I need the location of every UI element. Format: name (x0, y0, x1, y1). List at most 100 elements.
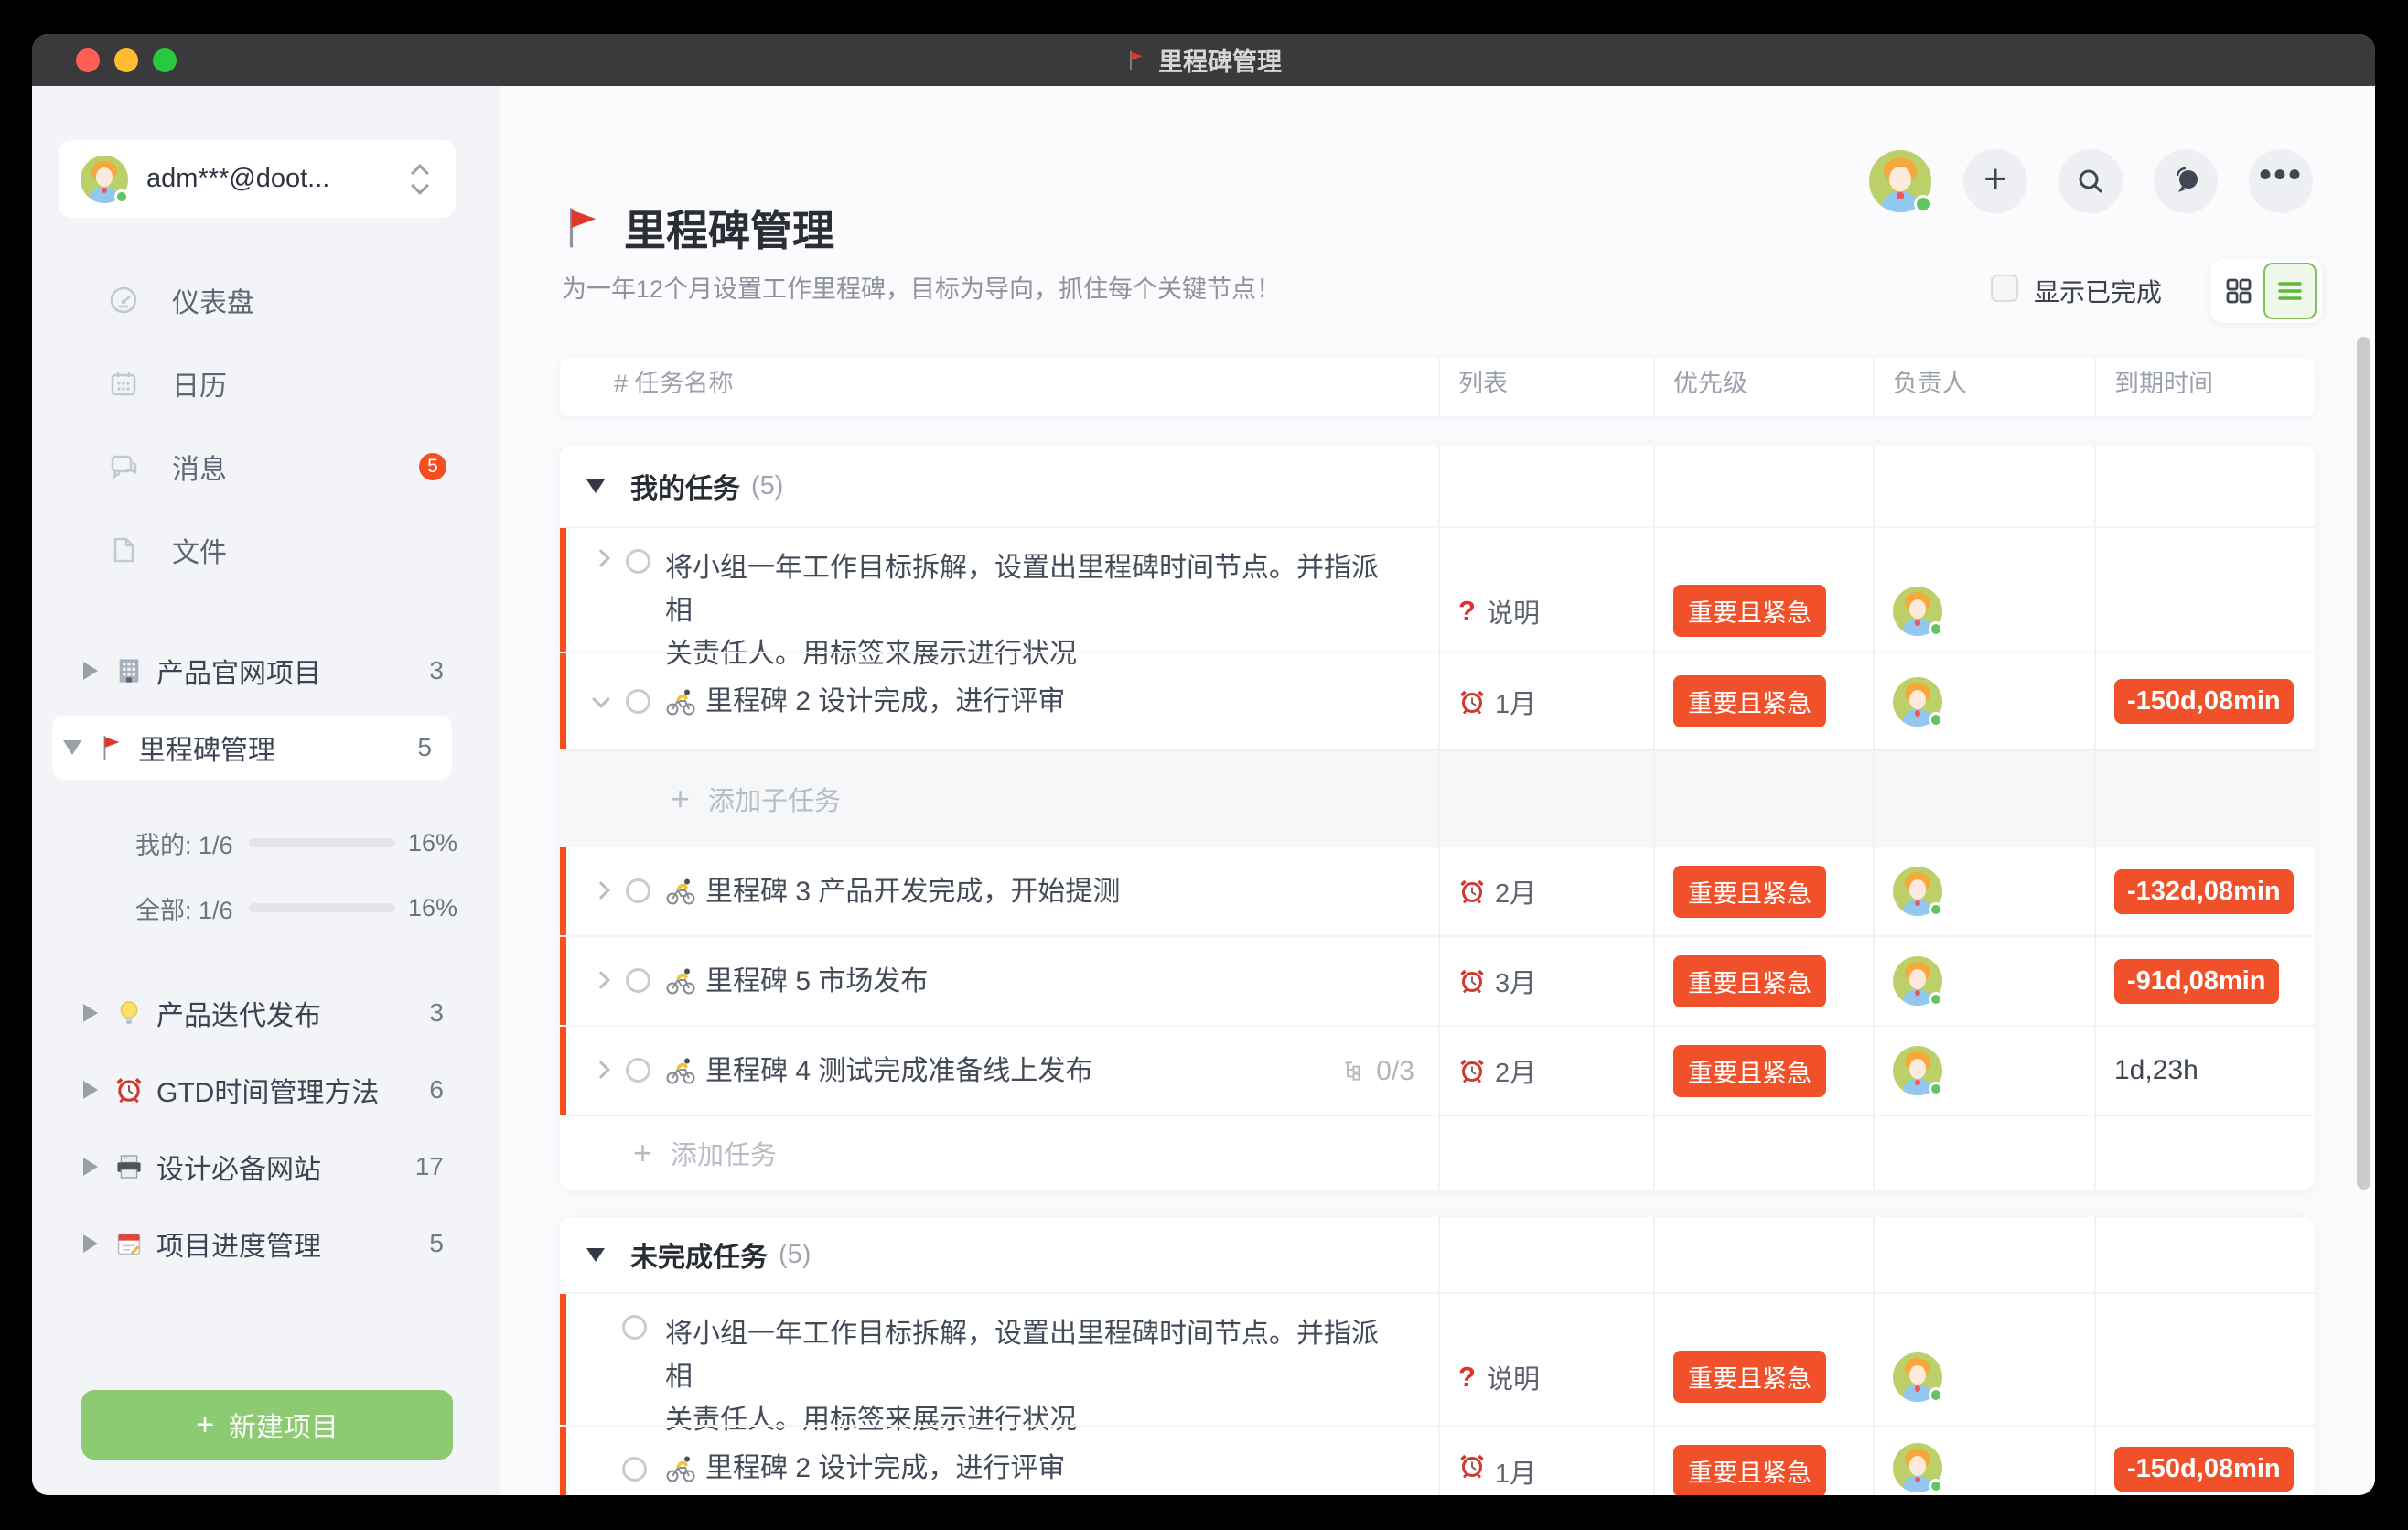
project-label: 项目进度管理 (156, 1223, 321, 1264)
group-count: (5) (751, 471, 783, 501)
cyclist-emoji-icon (665, 965, 696, 997)
task-checkbox[interactable] (626, 549, 650, 574)
chat-icon (2168, 164, 2203, 199)
show-completed-label[interactable]: 显示已完成 (2034, 273, 2162, 309)
project-label: 产品迭代发布 (156, 993, 321, 1033)
list-view-button-active[interactable] (2263, 263, 2317, 319)
expand-down-icon[interactable] (63, 740, 81, 755)
calendar-page-emoji-icon (114, 1229, 144, 1258)
task-checkbox[interactable] (622, 1457, 647, 1482)
due-time-badge: -132d,08min (2114, 869, 2294, 914)
add-subtask-label: 添加子任务 (708, 780, 841, 818)
task-row[interactable]: 里程碑 3 产品开发完成，开始提测 2月 重要且紧急 -132d,08min (560, 846, 2315, 935)
assignee-avatar[interactable] (1893, 1046, 1942, 1095)
sidebar-project-progress-mgmt[interactable]: 项目进度管理 5 (83, 1222, 453, 1266)
assignee-avatar[interactable] (1893, 677, 1942, 727)
priority-badge[interactable]: 重要且紧急 (1673, 1351, 1826, 1403)
task-checkbox[interactable] (622, 1315, 647, 1340)
new-project-button[interactable]: + 新建项目 (81, 1390, 453, 1460)
expand-right-icon[interactable] (83, 1158, 98, 1176)
task-checkbox[interactable] (626, 968, 650, 993)
add-member-button[interactable]: + (1963, 149, 2027, 213)
collapse-icon[interactable] (586, 1248, 605, 1262)
subtask-progress: 0/3 (1341, 1056, 1414, 1087)
account-name: adm***@doot... (146, 164, 414, 194)
sidebar-item-messages[interactable]: 消息 5 (108, 445, 474, 489)
plus-icon: + (671, 780, 690, 818)
sidebar-project-design-sites[interactable]: 设计必备网站 17 (83, 1145, 453, 1189)
task-checkbox[interactable] (626, 878, 650, 903)
search-button[interactable] (2059, 149, 2123, 213)
task-row[interactable]: 里程碑 2 设计完成，进行评审 1月 重要且紧急 -150d,08min (560, 1425, 2315, 1495)
group-header[interactable]: 未完成任务 (5) (560, 1217, 2315, 1292)
group-header[interactable]: 我的任务 (5) (560, 446, 2315, 526)
sidebar-item-label: 日历 (172, 363, 227, 404)
plus-icon: + (196, 1407, 214, 1443)
sidebar-project-milestones[interactable]: 里程碑管理 5 (63, 726, 441, 770)
due-time-text: 1d,23h (2114, 1055, 2198, 1086)
list-view-icon (2274, 275, 2306, 307)
priority-badge[interactable]: 重要且紧急 (1673, 1045, 1826, 1097)
column-header-task[interactable]: # 任务名称 (560, 363, 1438, 399)
chevron-right-icon[interactable] (592, 1061, 610, 1079)
chat-button[interactable] (2154, 149, 2218, 213)
show-completed-checkbox[interactable] (1991, 275, 2018, 302)
task-row[interactable]: 里程碑 2 设计完成，进行评审 1月 重要且紧急 -150d,08min (560, 652, 2315, 749)
priority-badge[interactable]: 重要且紧急 (1673, 866, 1826, 918)
list-name: 2月 (1495, 1051, 1536, 1090)
member-avatar[interactable] (1869, 150, 1931, 212)
expand-right-icon[interactable] (83, 662, 98, 680)
column-header-due[interactable]: 到期时间 (2094, 363, 2315, 399)
account-switcher[interactable]: adm***@doot... (59, 140, 456, 218)
board-view-button[interactable] (2214, 263, 2263, 319)
vertical-scrollbar[interactable] (2357, 337, 2370, 1190)
assignee-avatar[interactable] (1893, 867, 1942, 916)
bulb-emoji-icon (114, 998, 144, 1028)
sidebar-item-files[interactable]: 文件 (108, 528, 474, 572)
priority-badge[interactable]: 重要且紧急 (1673, 675, 1826, 727)
assignee-avatar[interactable] (1893, 956, 1942, 1006)
list-name: 3月 (1495, 962, 1536, 1000)
sidebar-project-official-site[interactable]: 产品官网项目 3 (83, 649, 453, 693)
chevron-right-icon[interactable] (592, 881, 610, 900)
expand-right-icon[interactable] (83, 1004, 98, 1022)
minimize-button[interactable] (114, 48, 138, 72)
add-subtask-row[interactable]: + 添加子任务 (560, 749, 2315, 846)
traffic-lights (76, 34, 177, 86)
alarm-emoji-icon (1458, 1452, 1486, 1480)
zoom-button[interactable] (153, 48, 177, 72)
chevron-down-icon[interactable] (592, 690, 610, 708)
subtask-tree-icon (1341, 1059, 1367, 1084)
sidebar-item-calendar[interactable]: 日历 (108, 361, 474, 405)
expand-right-icon[interactable] (83, 1081, 98, 1099)
column-header-list[interactable]: 列表 (1438, 363, 1653, 399)
assignee-avatar[interactable] (1893, 1443, 1942, 1492)
task-row[interactable]: 里程碑 4 测试完成准备线上发布 0/3 2月 (560, 1025, 2315, 1115)
priority-badge[interactable]: 重要且紧急 (1673, 1445, 1826, 1495)
sidebar-project-iteration[interactable]: 产品迭代发布 3 (83, 991, 453, 1035)
assignee-avatar[interactable] (1893, 1352, 1942, 1402)
add-task-row[interactable]: + 添加任务 (560, 1115, 2315, 1190)
progress-percent: 16% (408, 894, 457, 922)
column-header-priority[interactable]: 优先级 (1653, 363, 1873, 399)
page-title-row: 里程碑管理 (560, 198, 834, 258)
assignee-avatar[interactable] (1893, 587, 1942, 636)
sidebar-item-dashboard[interactable]: 仪表盘 (108, 278, 474, 322)
column-header-assignee[interactable]: 负责人 (1873, 363, 2094, 399)
more-button[interactable]: ••• (2249, 149, 2313, 213)
list-name: 说明 (1487, 1358, 1540, 1396)
task-row[interactable]: 里程碑 5 市场发布 3月 重要且紧急 -91d,08min (560, 935, 2315, 1025)
close-button[interactable] (76, 48, 100, 72)
task-row[interactable]: 将小组一年工作目标拆解，设置出里程碑时间节点。并指派相 关责任人。用标签来展示进… (560, 1292, 2315, 1425)
collapse-icon[interactable] (586, 479, 605, 493)
priority-badge[interactable]: 重要且紧急 (1673, 585, 1826, 637)
task-checkbox[interactable] (626, 689, 650, 714)
chevron-right-icon[interactable] (592, 549, 610, 567)
sidebar-project-gtd[interactable]: GTD时间管理方法 6 (83, 1068, 453, 1112)
titlebar-title: 里程碑管理 (1158, 42, 1282, 78)
expand-right-icon[interactable] (83, 1234, 98, 1253)
task-checkbox[interactable] (626, 1058, 650, 1083)
chevron-right-icon[interactable] (592, 971, 610, 989)
priority-badge[interactable]: 重要且紧急 (1673, 955, 1826, 1007)
task-row[interactable]: 将小组一年工作目标拆解，设置出里程碑时间节点。并指派相 关责任人。用标签来展示进… (560, 526, 2315, 652)
